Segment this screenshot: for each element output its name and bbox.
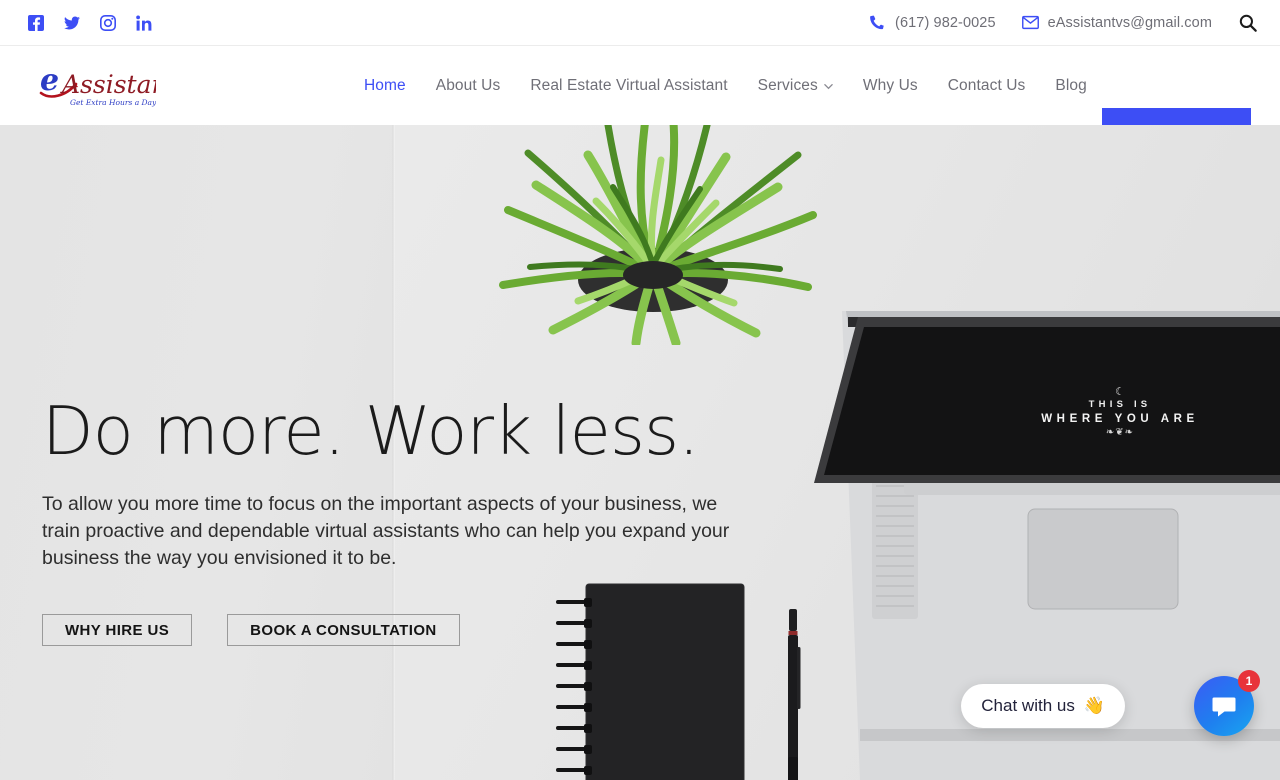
nav-item-why-us[interactable]: Why Us	[863, 77, 918, 95]
chat-unread-badge: 1	[1238, 670, 1260, 692]
instagram-icon[interactable]	[100, 14, 116, 31]
nav-links: Home About Us Real Estate Virtual Assist…	[364, 46, 1117, 125]
nav-item-home[interactable]: Home	[364, 77, 406, 95]
nav-item-real-estate-virtual-assistant[interactable]: Real Estate Virtual Assistant	[530, 77, 727, 95]
chat-prompt-label: Chat with us	[981, 696, 1075, 715]
hero-section: QWE RTY UIO PÖ ASD FGH JKL Şİ	[0, 125, 1280, 780]
search-icon[interactable]	[1238, 13, 1258, 33]
nav-item-contact-us[interactable]: Contact Us	[948, 77, 1026, 95]
facebook-icon[interactable]	[28, 14, 44, 31]
hero-title: Do more. Work less.	[42, 392, 700, 470]
chat-prompt-pill[interactable]: Chat with us 👋	[961, 684, 1125, 728]
nav-item-services-label: Services	[757, 76, 818, 94]
site-logo[interactable]: e Assistant Get Extra Hours a Day!	[36, 60, 156, 112]
top-utility-bar: (617) 982-0025 eAssistantvs@gmail.com	[0, 0, 1280, 46]
email-address: eAssistantvs@gmail.com	[1047, 14, 1212, 31]
svg-text:Assistant: Assistant	[60, 70, 156, 99]
chevron-down-icon	[824, 82, 833, 91]
nav-item-about-us[interactable]: About Us	[436, 77, 501, 95]
nav-item-blog[interactable]: Blog	[1055, 77, 1086, 95]
phone-contact[interactable]: (617) 982-0025	[869, 14, 996, 31]
nav-item-services[interactable]: Services	[758, 77, 833, 95]
chat-bubble-icon	[1211, 693, 1237, 719]
hero-button-group: WHY HIRE US BOOK A CONSULTATION	[42, 614, 802, 647]
why-hire-us-button[interactable]: WHY HIRE US	[42, 614, 193, 647]
phone-icon	[869, 14, 886, 31]
linkedin-icon[interactable]	[136, 15, 152, 31]
laptop-screen-image	[806, 315, 1280, 490]
main-navigation-bar: e Assistant Get Extra Hours a Day! Home …	[0, 46, 1280, 155]
hero-subtitle: To allow you more time to focus on the i…	[42, 493, 730, 570]
hero-copy: Do more. Work less. To allow you more ti…	[42, 392, 802, 647]
waving-hand-icon: 👋	[1083, 696, 1105, 715]
svg-text:Get Extra Hours a Day!: Get Extra Hours a Day!	[70, 98, 156, 107]
phone-number: (617) 982-0025	[895, 14, 996, 31]
envelope-icon	[1021, 14, 1039, 31]
potted-plant-image	[468, 125, 838, 345]
social-links	[28, 14, 152, 31]
top-contact-group: (617) 982-0025 eAssistantvs@gmail.com	[869, 13, 1258, 33]
twitter-icon[interactable]	[64, 15, 80, 31]
book-a-consultation-button[interactable]: BOOK A CONSULTATION	[227, 614, 460, 647]
email-contact[interactable]: eAssistantvs@gmail.com	[1021, 14, 1212, 31]
